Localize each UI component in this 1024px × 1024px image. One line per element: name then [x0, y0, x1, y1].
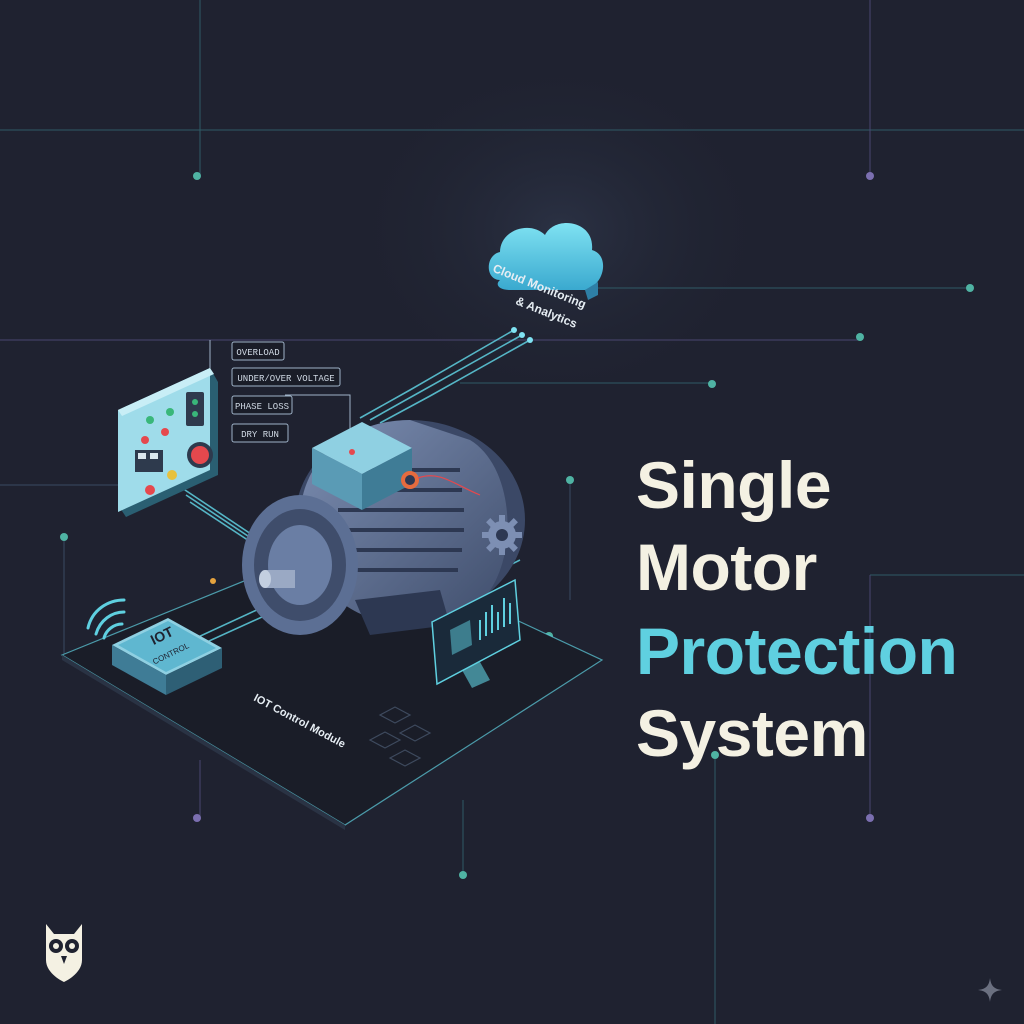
- diagram-canvas: OVERLOAD UNDER/OVER VOLTAGE PHASE LOSS D…: [0, 0, 1024, 1024]
- title-line-4: System: [636, 696, 868, 770]
- fault-label-dry: DRY RUN: [241, 430, 279, 440]
- title-line-2: Motor: [636, 530, 817, 604]
- fault-tag-4: DRY RUN: [231, 423, 289, 443]
- fault-label-voltage: UNDER/OVER VOLTAGE: [237, 374, 334, 384]
- fault-label-overload: OVERLOAD: [236, 348, 279, 358]
- fault-label-phase: PHASE LOSS: [235, 402, 289, 412]
- title-line-3: Protection: [636, 614, 958, 688]
- title-line-1: Single: [636, 448, 832, 522]
- gear-icon: [482, 515, 522, 555]
- fault-tag-1: OVERLOAD: [231, 341, 285, 361]
- fault-tag-2: UNDER/OVER VOLTAGE: [231, 367, 341, 387]
- fault-tag-3: PHASE LOSS: [231, 395, 293, 415]
